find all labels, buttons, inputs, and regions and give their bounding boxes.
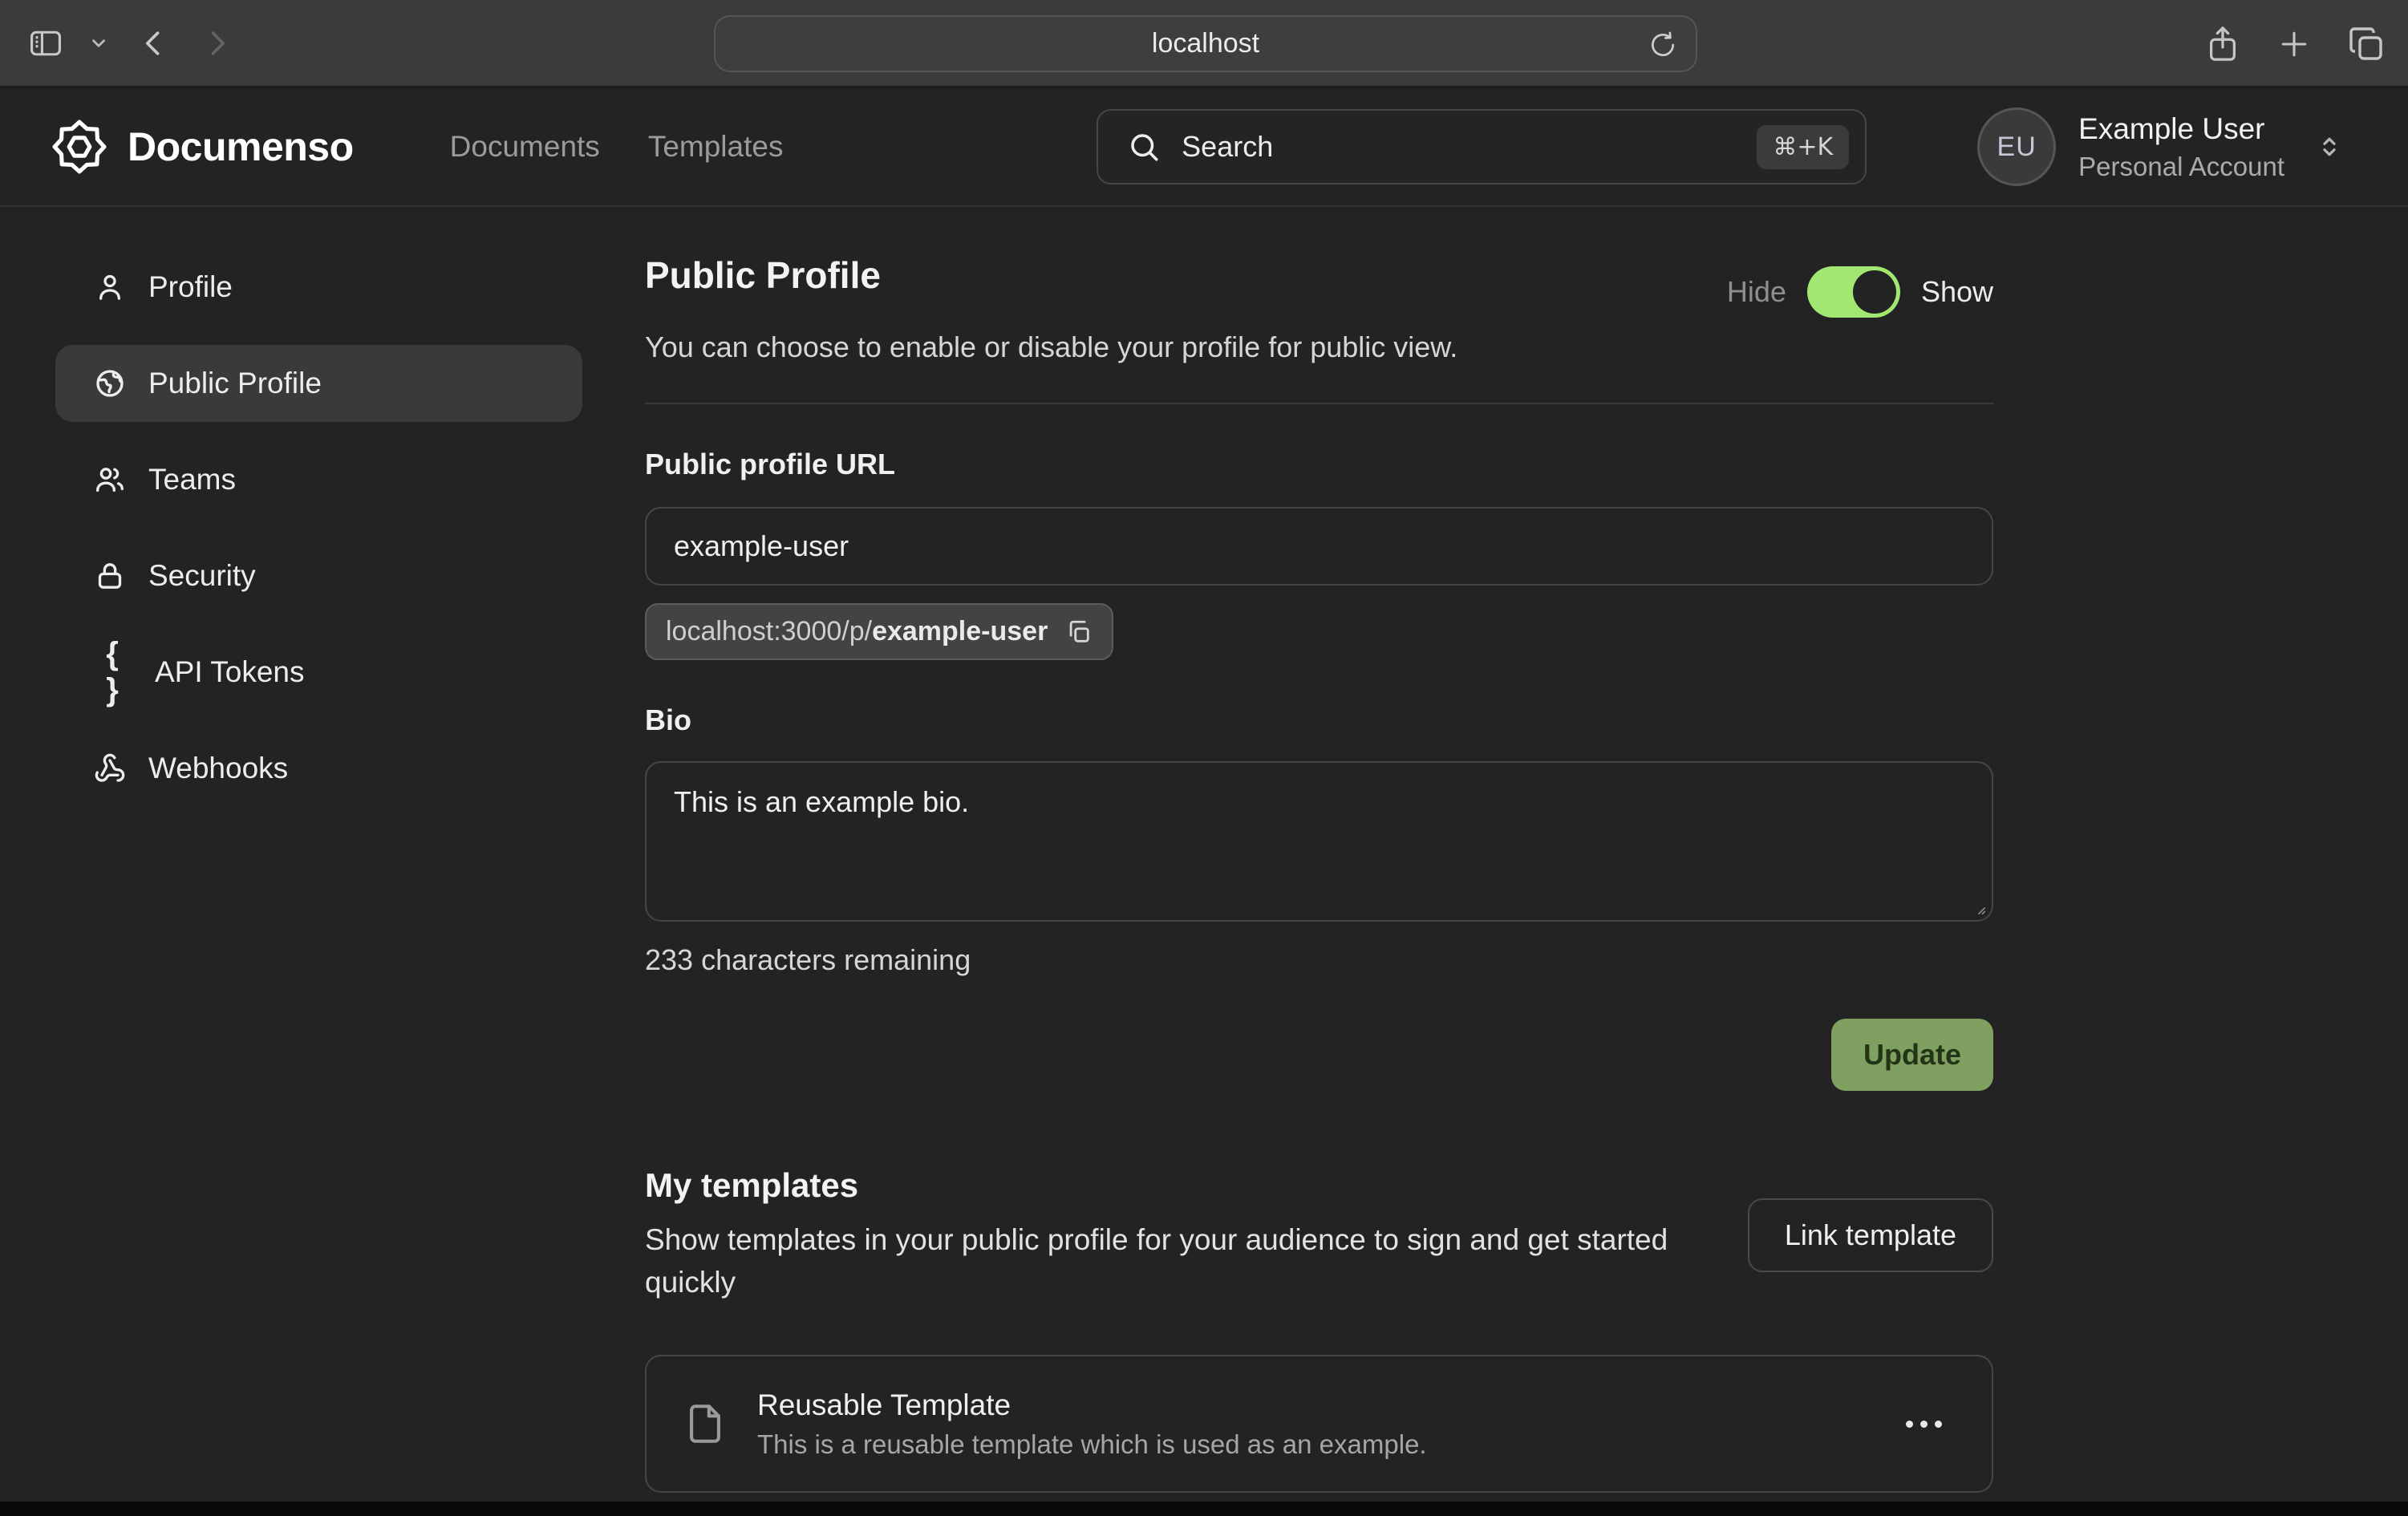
nav-templates[interactable]: Templates [648, 130, 784, 164]
visibility-toggle-row: Hide Show [1727, 266, 1993, 318]
template-options-icon[interactable] [1895, 1409, 1953, 1439]
settings-sidebar: Profile Public Profile Te [55, 249, 582, 826]
window-bottom-edge [0, 1502, 2408, 1516]
show-label: Show [1921, 275, 1993, 309]
sidebar-item-security[interactable]: Security [55, 537, 582, 614]
address-bar-url: localhost [1152, 28, 1259, 59]
back-button-icon[interactable] [136, 26, 172, 61]
share-icon[interactable] [2204, 24, 2241, 64]
brand[interactable]: Documenso [51, 118, 354, 176]
documenso-logo-icon [51, 118, 108, 176]
template-card: Reusable Template This is a reusable tem… [645, 1355, 1993, 1493]
tab-overview-icon[interactable] [2347, 25, 2386, 63]
sidebar-item-teams[interactable]: Teams [55, 441, 582, 518]
nav-documents[interactable]: Documents [450, 130, 600, 164]
user-menu[interactable]: EU Example User Personal Account [1977, 107, 2344, 186]
sidebar-item-profile[interactable]: Profile [55, 249, 582, 326]
address-bar[interactable]: localhost [714, 15, 1697, 72]
sidebar-item-webhooks[interactable]: Webhooks [55, 730, 582, 807]
public-profile-panel: Public Profile Hide Show You can choose … [645, 249, 1993, 1516]
sidebar-item-public-profile[interactable]: Public Profile [55, 345, 582, 422]
forward-button-icon[interactable] [199, 26, 234, 61]
search-placeholder: Search [1182, 130, 1273, 164]
sidebar-item-label: Teams [148, 463, 236, 497]
search-icon [1127, 130, 1161, 164]
section-divider [645, 403, 1993, 404]
my-templates-title: My templates [645, 1166, 1700, 1205]
profile-url-preview-chip[interactable]: localhost:3000/p/example-user [645, 603, 1113, 660]
template-title: Reusable Template [757, 1388, 1427, 1422]
bio-textarea[interactable]: This is an example bio. [645, 761, 1993, 922]
sidebar-item-label: Security [148, 559, 256, 593]
sidebar-item-label: Webhooks [148, 752, 288, 785]
search-input[interactable]: Search ⌘+K [1097, 109, 1867, 184]
page-subtitle: You can choose to enable or disable your… [645, 330, 1993, 364]
webhook-icon [94, 752, 126, 784]
my-templates-description: Show templates in your public profile fo… [645, 1219, 1700, 1303]
lock-icon [94, 560, 126, 592]
profile-url-input[interactable] [645, 507, 1993, 586]
user-account-type: Personal Account [2078, 152, 2284, 182]
resize-handle-icon[interactable] [1969, 898, 1987, 916]
copy-icon[interactable] [1065, 618, 1093, 646]
sidebar-item-label: Public Profile [148, 367, 322, 400]
globe-icon [94, 367, 126, 399]
user-name: Example User [2078, 112, 2284, 146]
sidebar-toggle-icon[interactable] [26, 26, 66, 61]
user-icon [94, 271, 126, 303]
profile-url-preview-text: localhost:3000/p/example-user [666, 616, 1048, 647]
avatar: EU [1977, 107, 2056, 186]
browser-toolbar: localhost [0, 0, 2408, 88]
app-header: Documenso Documents Templates Search ⌘+K… [0, 88, 2408, 207]
toggle-knob [1853, 270, 1896, 314]
sidebar-item-label: API Tokens [155, 655, 304, 689]
chevrons-up-down-icon [2315, 132, 2344, 161]
profile-visibility-toggle[interactable] [1807, 266, 1900, 318]
hide-label: Hide [1727, 275, 1786, 309]
brand-name: Documenso [128, 124, 354, 170]
reload-icon[interactable] [1648, 30, 1678, 60]
file-icon [682, 1399, 728, 1449]
users-icon [94, 464, 126, 496]
page-title: Public Profile [645, 253, 881, 297]
sidebar-menu-chevron-icon[interactable] [88, 33, 109, 54]
main-nav: Documents Templates [450, 130, 784, 164]
update-button[interactable]: Update [1831, 1019, 1993, 1091]
new-tab-icon[interactable] [2276, 26, 2312, 62]
profile-url-label: Public profile URL [645, 448, 1993, 481]
characters-remaining: 233 characters remaining [645, 943, 1993, 977]
sidebar-item-api-tokens[interactable]: { } API Tokens [55, 634, 582, 711]
bio-label: Bio [645, 703, 1993, 737]
link-template-button[interactable]: Link template [1748, 1198, 1993, 1272]
template-description: This is a reusable template which is use… [757, 1429, 1427, 1460]
search-shortcut-badge: ⌘+K [1757, 125, 1849, 169]
sidebar-item-label: Profile [148, 270, 233, 304]
braces-icon: { } [94, 636, 132, 708]
